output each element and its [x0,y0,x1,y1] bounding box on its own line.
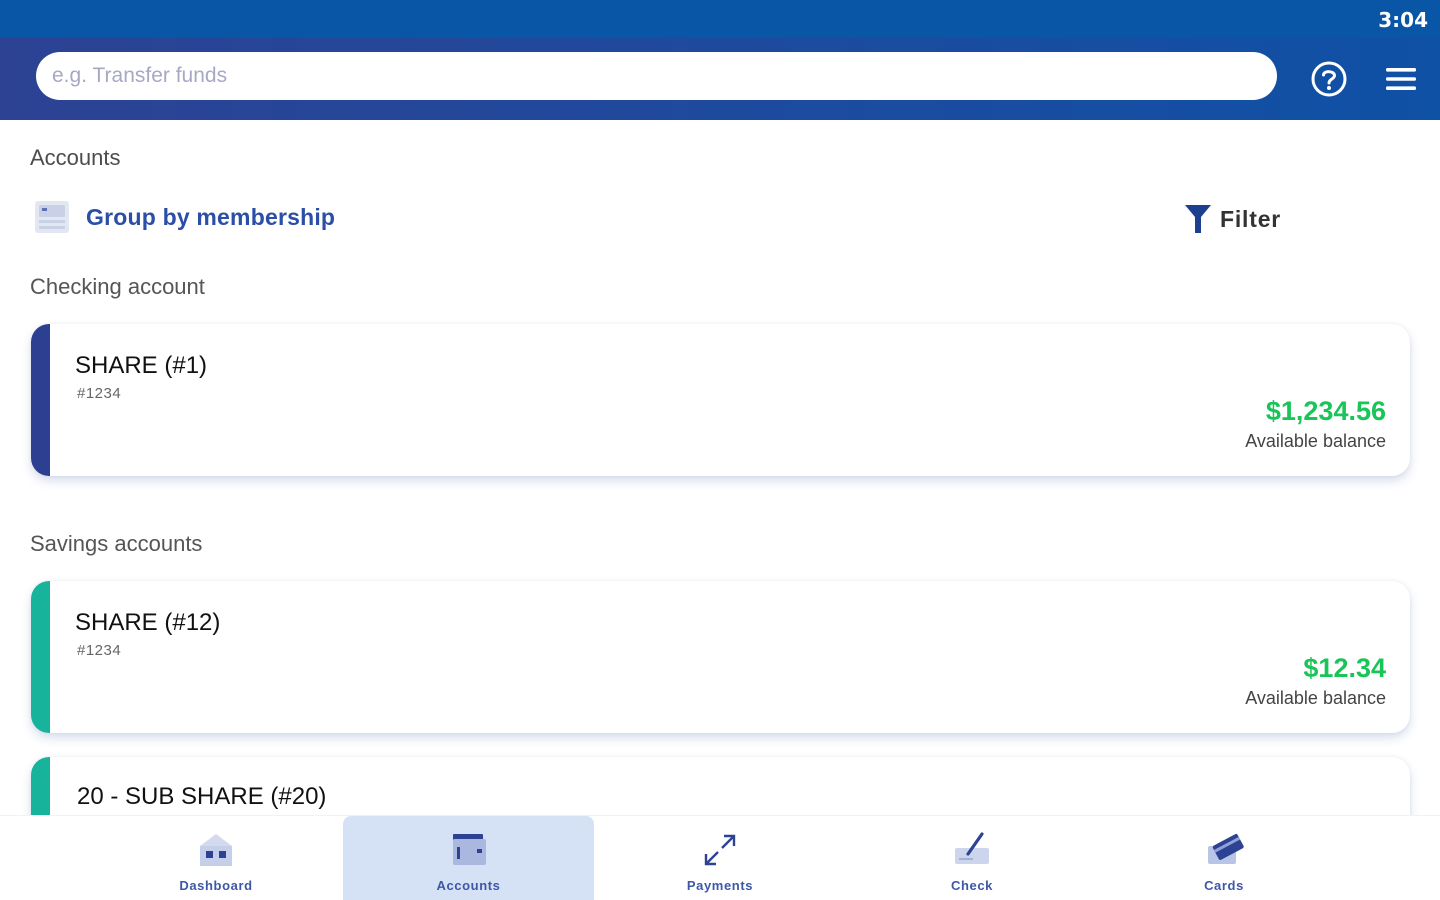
account-name: 20 - SUB SHARE (#20) [77,783,327,810]
nav-cards-label: Cards [1204,878,1244,893]
nav-accounts[interactable]: Accounts [343,816,594,900]
filter-button[interactable]: Filter [1184,203,1281,235]
account-card[interactable]: SHARE (#1) #1234 $1,234.56 Available bal… [31,324,1410,476]
nav-payments[interactable]: Payments [595,816,845,900]
app-bar [0,38,1440,120]
house-icon [200,834,232,866]
account-name: SHARE (#1) [75,352,208,379]
help-button[interactable] [1308,58,1350,100]
search-input[interactable] [36,52,1277,100]
help-icon [1311,61,1347,97]
account-type-stripe [31,581,50,733]
account-number: #1234 [77,385,122,402]
page-title: Accounts [30,145,121,170]
check-deposit-icon [955,832,989,864]
status-bar: 3:04 [0,0,1440,38]
credit-card-icon [1208,834,1244,864]
group-list-icon [35,201,69,233]
section-title-checking: Checking account [30,274,205,299]
account-balance-label: Available balance [1245,688,1386,708]
nav-dashboard[interactable]: Dashboard [90,816,342,900]
nav-payments-label: Payments [686,878,754,893]
group-by-membership-toggle[interactable]: Group by membership [34,200,335,234]
section-title-savings: Savings accounts [30,531,203,556]
account-balance: $1,234.56 [1265,396,1386,426]
wallet-icon [452,834,486,865]
menu-button[interactable] [1380,58,1422,100]
group-by-membership-label: Group by membership [86,203,336,230]
account-balance: $12.34 [1303,653,1386,683]
filter-label: Filter [1220,205,1282,232]
nav-check-label: Check [950,878,994,893]
account-card[interactable]: SHARE (#12) #1234 $12.34 Available balan… [31,581,1410,733]
account-type-stripe [31,324,50,476]
filter-funnel-icon [1185,205,1211,233]
nav-cards[interactable]: Cards [1099,816,1349,900]
bottom-navigation: Dashboard Accounts Payments Check Cards [0,815,1440,900]
account-name: SHARE (#12) [75,609,221,636]
hamburger-menu-icon [1386,68,1416,90]
nav-accounts-label: Accounts [436,878,501,893]
nav-check[interactable]: Check [846,816,1098,900]
status-time: 3:04 [1378,8,1428,32]
account-balance-label: Available balance [1245,431,1386,451]
transfer-arrows-icon [704,834,736,866]
nav-dashboard-label: Dashboard [179,878,253,893]
account-number: #1234 [77,642,122,659]
